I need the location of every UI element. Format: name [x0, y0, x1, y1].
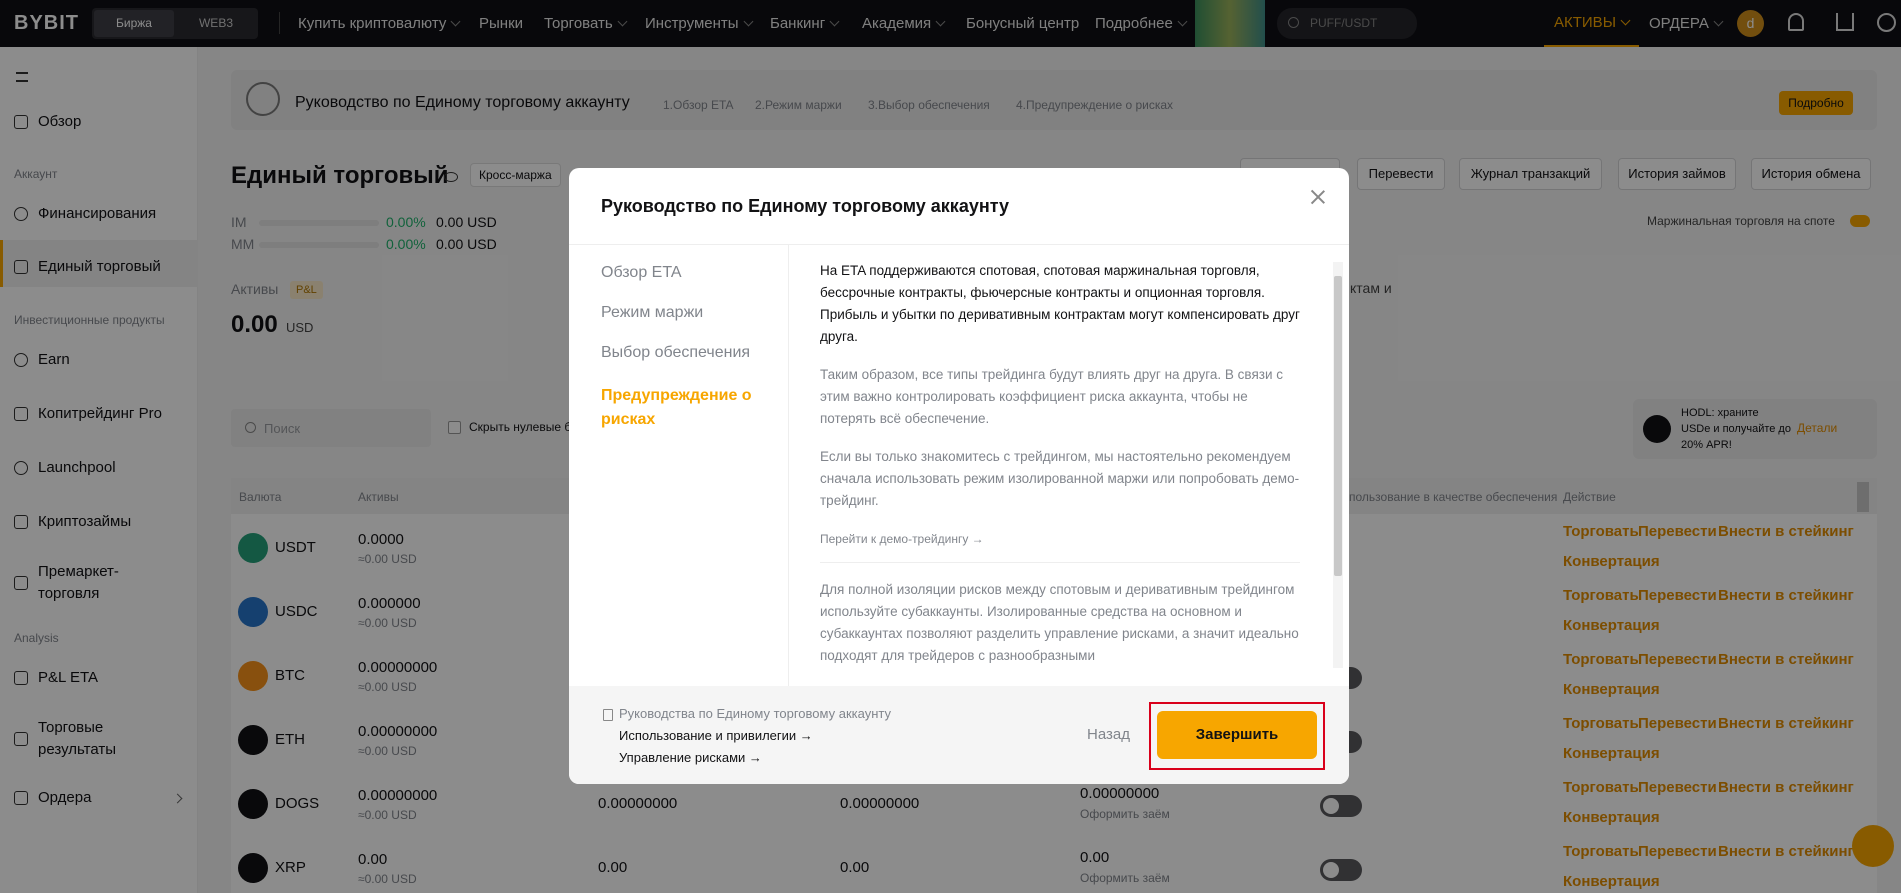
- modal-paragraph-2: Таким образом, все типы трейдинга будут …: [820, 367, 1283, 426]
- arrow-right-icon: →: [971, 532, 984, 546]
- footer-link-risk[interactable]: Управление рисками →: [619, 750, 762, 765]
- modal-content: На ETA поддерживаются спотовая, спотовая…: [820, 260, 1300, 680]
- arrow-right-icon: →: [748, 750, 762, 765]
- demo-trading-link-label: Перейти к демо-трейдингу: [820, 532, 969, 546]
- content-divider: [820, 562, 1300, 563]
- modal-divider-vertical: [788, 245, 789, 693]
- modal-paragraph-1: На ETA поддерживаются спотовая, спотовая…: [820, 263, 1300, 344]
- close-icon[interactable]: [1307, 186, 1329, 208]
- demo-trading-link[interactable]: Перейти к демо-трейдингу →: [820, 528, 1300, 550]
- footer-guide-label: Руководства по Единому торговому аккаунт…: [619, 706, 891, 721]
- modal-title: Руководство по Единому торговому аккаунт…: [601, 196, 1009, 216]
- modal-divider-top: [569, 244, 1349, 245]
- footer-link-risk-label: Управление рисками: [619, 750, 746, 765]
- footer-link-usage[interactable]: Использование и привилегии →: [619, 728, 813, 743]
- modal-nav-overview[interactable]: Обзор ETA: [601, 264, 682, 282]
- guide-modal: Руководство по Единому торговому аккаунт…: [569, 168, 1349, 784]
- modal-nav-risk-warning[interactable]: Предупреждение о рисках: [601, 384, 771, 432]
- arrow-right-icon: →: [799, 728, 813, 743]
- back-button[interactable]: Назад: [1087, 726, 1130, 743]
- book-icon: [603, 709, 613, 721]
- modal-nav-margin-mode[interactable]: Режим маржи: [601, 304, 703, 322]
- modal-scrollbar-thumb[interactable]: [1334, 276, 1342, 576]
- modal-scrollbar-track[interactable]: [1333, 262, 1343, 668]
- finish-button[interactable]: Завершить: [1157, 711, 1317, 759]
- footer-link-usage-label: Использование и привилегии: [619, 728, 797, 743]
- modal-paragraph-4: Для полной изоляции рисков между спотовы…: [820, 582, 1299, 663]
- modal-nav-collateral[interactable]: Выбор обеспечения: [601, 344, 750, 362]
- modal-paragraph-3: Если вы только знакомитесь с трейдингом,…: [820, 449, 1300, 508]
